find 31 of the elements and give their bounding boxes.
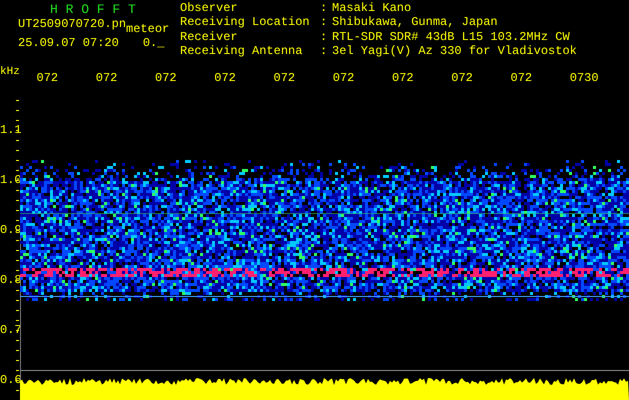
time-label: 0730 (570, 70, 600, 84)
file-name: UT2509070720.pn (18, 18, 126, 30)
time-label: 072 (36, 70, 60, 84)
counter: 0._ (142, 37, 164, 49)
frequency-label: 1.1 (0, 124, 22, 136)
info-value: Masaki Kano (332, 3, 412, 16)
time-label: 072 (451, 70, 474, 84)
app-title: H R O F F T (49, 3, 137, 16)
info-label: Receiver (180, 32, 239, 45)
time-label: 072 (96, 70, 118, 84)
time-label: 072 (392, 70, 415, 84)
time-label: 072 (510, 70, 534, 84)
time-label: 072 (274, 70, 296, 84)
time-label: 072 (214, 70, 237, 84)
info-separator: : (320, 46, 328, 60)
info-value: 3el Yagi(V) Az 330 for Vladivostok (332, 46, 577, 60)
info-separator: : (320, 32, 328, 46)
date-time: 25.09.07 07:20 (18, 37, 119, 49)
info-value: Shibukawa, Gunma, Japan (332, 17, 499, 31)
info-label: Observer (180, 3, 239, 16)
info-separator: : (320, 3, 328, 17)
info-label: Receiving Antenna (180, 46, 304, 60)
info-label: Receiving Location (180, 17, 311, 31)
frequency-label: 0.7 (0, 324, 22, 336)
info-value: RTL-SDR SDR# 43dB L15 103.2MHz CW (332, 32, 571, 45)
unit-label: kHz (0, 66, 21, 78)
time-label: 072 (332, 70, 356, 84)
time-label: 072 (155, 70, 178, 84)
mode-label: meteor (126, 23, 170, 35)
frequency-label: 0.6 (0, 374, 22, 386)
info-separator: : (320, 17, 328, 32)
